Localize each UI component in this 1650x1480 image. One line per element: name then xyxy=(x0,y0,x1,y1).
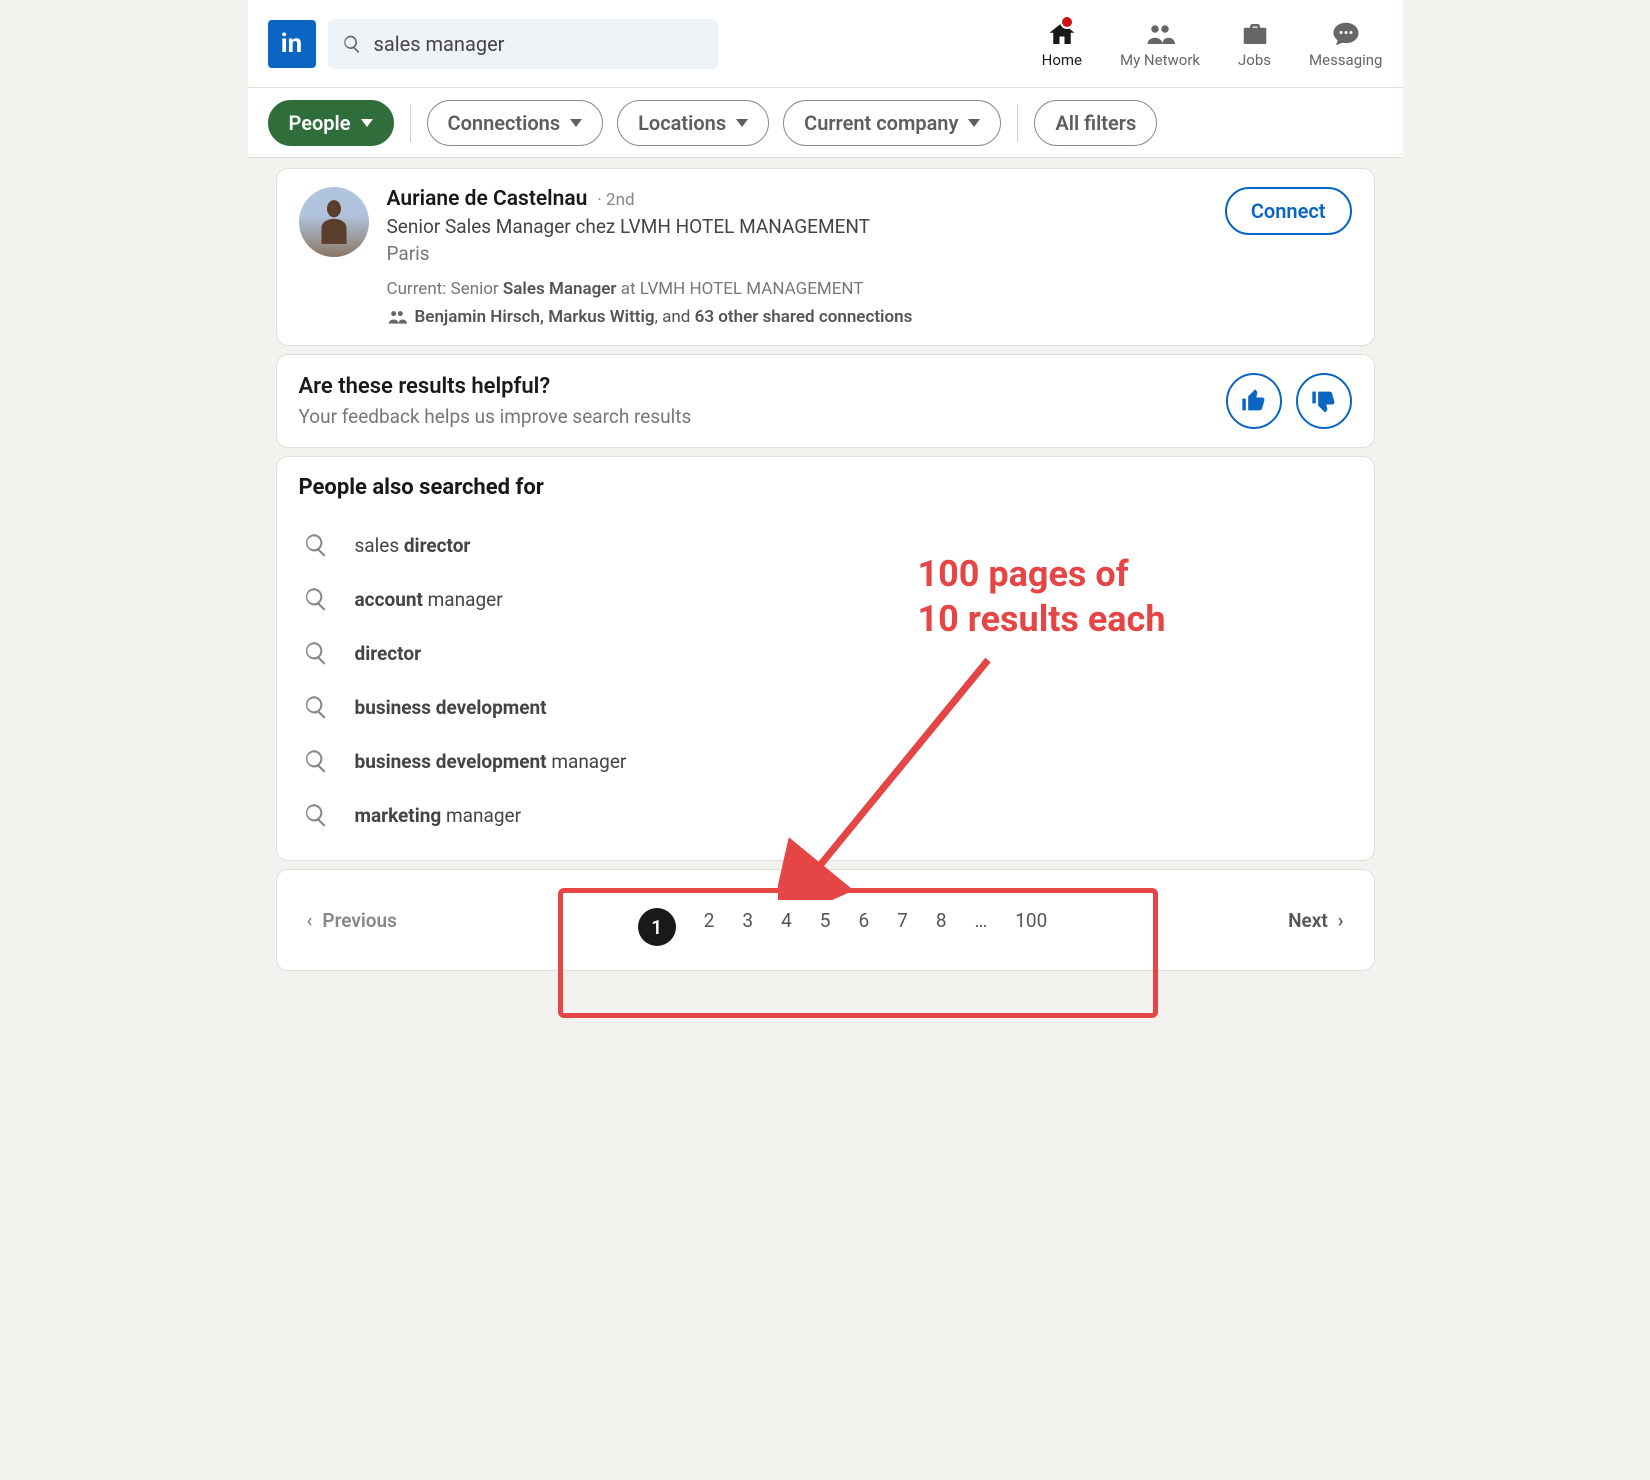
messaging-icon xyxy=(1331,19,1361,49)
search-icon xyxy=(303,586,329,612)
also-searched-item[interactable]: director xyxy=(299,626,1352,680)
nav-jobs[interactable]: Jobs xyxy=(1238,19,1271,69)
also-searched-item[interactable]: account manager xyxy=(299,572,1352,626)
pill-label: Locations xyxy=(638,111,726,135)
top-nav: Home My Network Jobs Messaging xyxy=(1042,19,1383,69)
nav-label: Messaging xyxy=(1309,51,1382,69)
thumbs-up-button[interactable] xyxy=(1226,373,1282,429)
search-result-card: Auriane de Castelnau · 2nd Senior Sales … xyxy=(276,168,1375,346)
also-searched-text: account manager xyxy=(355,588,503,611)
page-number[interactable]: 1 xyxy=(638,908,676,946)
page-number[interactable]: 7 xyxy=(897,909,908,932)
nav-network[interactable]: My Network xyxy=(1120,19,1200,69)
thumbs-down-button[interactable] xyxy=(1296,373,1352,429)
page-number[interactable]: 3 xyxy=(742,909,753,932)
result-name[interactable]: Auriane de Castelnau xyxy=(387,187,588,211)
filter-all[interactable]: All filters xyxy=(1034,100,1157,146)
connect-button[interactable]: Connect xyxy=(1225,187,1352,235)
also-searched-item[interactable]: marketing manager xyxy=(299,788,1352,842)
also-searched-text: director xyxy=(355,642,422,665)
page-number[interactable]: 6 xyxy=(858,909,869,932)
caret-icon xyxy=(570,119,582,127)
thumbs-down-icon xyxy=(1310,387,1338,415)
nav-label: Home xyxy=(1042,51,1082,69)
also-searched-text: marketing manager xyxy=(355,804,522,827)
network-icon xyxy=(1145,19,1175,49)
also-searched-item[interactable]: sales director xyxy=(299,518,1352,572)
connection-degree: · 2nd xyxy=(597,190,634,210)
page-number[interactable]: 2 xyxy=(704,909,715,932)
linkedin-logo[interactable]: in xyxy=(268,20,316,68)
feedback-title: Are these results helpful? xyxy=(299,374,692,399)
result-current-position: Current: Senior Sales Manager at LVMH HO… xyxy=(387,279,1352,299)
result-location: Paris xyxy=(387,242,1352,265)
thumbs-up-icon xyxy=(1240,387,1268,415)
caret-icon xyxy=(736,119,748,127)
caret-icon xyxy=(968,119,980,127)
filter-locations[interactable]: Locations xyxy=(617,100,769,146)
search-box[interactable] xyxy=(328,19,718,69)
notification-badge xyxy=(1060,15,1074,29)
shared-connections[interactable]: Benjamin Hirsch, Markus Wittig, and 63 o… xyxy=(387,307,1352,327)
chevron-left-icon: ‹ xyxy=(307,909,313,932)
search-input[interactable] xyxy=(374,32,704,56)
pill-label: People xyxy=(289,111,351,135)
filter-current-company[interactable]: Current company xyxy=(783,100,1001,146)
search-icon xyxy=(303,748,329,774)
also-searched-text: business development manager xyxy=(355,750,627,773)
chevron-right-icon: › xyxy=(1338,909,1344,932)
search-icon xyxy=(303,532,329,558)
search-icon xyxy=(303,640,329,666)
caret-icon xyxy=(361,119,373,127)
person-silhouette-icon xyxy=(315,197,353,247)
next-button[interactable]: Next › xyxy=(1288,909,1343,932)
page-ellipsis: … xyxy=(975,909,988,932)
also-searched-text: sales director xyxy=(355,534,471,557)
page-number[interactable]: 4 xyxy=(781,909,792,932)
nav-label: My Network xyxy=(1120,51,1200,69)
feedback-card: Are these results helpful? Your feedback… xyxy=(276,354,1375,448)
profile-avatar[interactable] xyxy=(299,187,369,257)
page-number[interactable]: 5 xyxy=(820,909,831,932)
filter-connections[interactable]: Connections xyxy=(427,100,604,146)
search-icon xyxy=(303,694,329,720)
pill-label: Current company xyxy=(804,111,958,135)
page-number[interactable]: 100 xyxy=(1015,909,1047,932)
people-icon xyxy=(387,307,407,327)
also-searched-card: People also searched for sales director a… xyxy=(276,456,1375,861)
search-icon xyxy=(342,33,362,55)
divider xyxy=(1017,104,1018,142)
also-searched-item[interactable]: business development xyxy=(299,680,1352,734)
filter-bar: People Connections Locations Current com… xyxy=(248,88,1403,158)
filter-people[interactable]: People xyxy=(268,100,394,146)
feedback-subtitle: Your feedback helps us improve search re… xyxy=(299,405,692,428)
top-bar: in Home My Network Jobs Messaging xyxy=(248,0,1403,88)
prev-label: Previous xyxy=(322,909,397,932)
next-label: Next xyxy=(1288,909,1328,932)
result-headline: Senior Sales Manager chez LVMH HOTEL MAN… xyxy=(387,215,1352,238)
nav-label: Jobs xyxy=(1238,51,1271,69)
also-searched-text: business development xyxy=(355,696,547,719)
jobs-icon xyxy=(1240,19,1270,49)
also-searched-item[interactable]: business development manager xyxy=(299,734,1352,788)
previous-button[interactable]: ‹ Previous xyxy=(307,909,397,932)
page-number[interactable]: 8 xyxy=(936,909,947,932)
search-icon xyxy=(303,802,329,828)
nav-messaging[interactable]: Messaging xyxy=(1309,19,1382,69)
nav-home[interactable]: Home xyxy=(1042,19,1082,69)
pagination-bar: ‹ Previous 1 2 3 4 5 6 7 8 … 100 Next › xyxy=(276,869,1375,971)
pill-label: All filters xyxy=(1055,111,1136,135)
pill-label: Connections xyxy=(448,111,561,135)
also-searched-title: People also searched for xyxy=(299,475,1352,500)
divider xyxy=(410,104,411,142)
